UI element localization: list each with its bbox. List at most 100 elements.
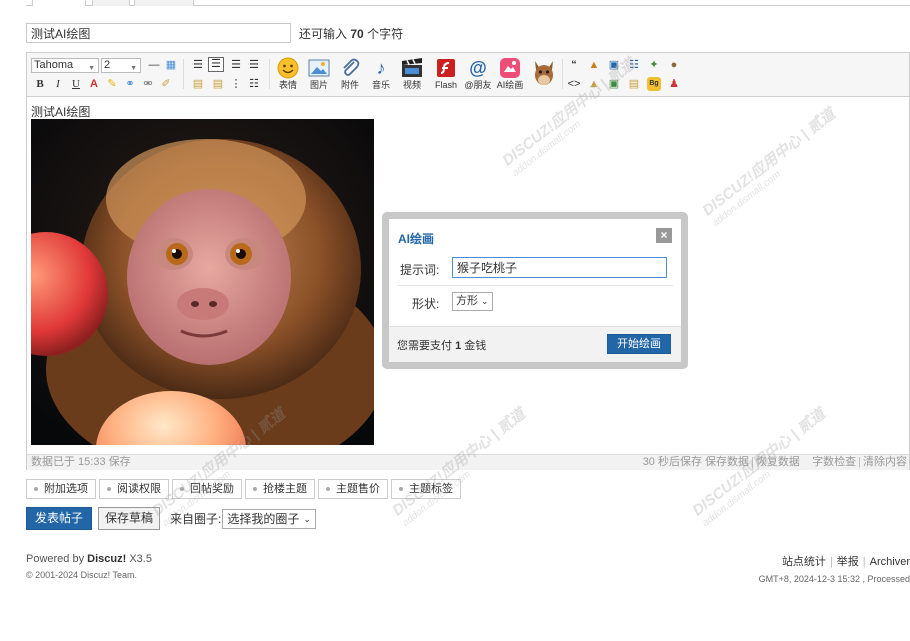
discuz-link[interactable]: Discuz! [87, 553, 126, 565]
chevron-down-icon: ⌄ [481, 296, 489, 306]
editor-status-bar: 数据已于 15:33 保存 30 秒后保存 保存数据 | 恢复数据 字数检查 | 清除内… [27, 454, 909, 470]
footer-link-stats[interactable]: 站点统计 [782, 556, 826, 568]
background-icon[interactable]: ▤ [627, 77, 641, 91]
extension-options: 附加选项 阅读权限 回帖奖励 抢楼主题 主题售价 主题标签 [26, 479, 461, 499]
prompt-label: 提示词: [400, 263, 440, 277]
emoji-button[interactable]: 表情 [271, 57, 305, 93]
footer-right: 站点统计 | 举报 | Archiver GMT+8, 2024-12-3 15:32 … [759, 553, 910, 584]
clear-content-link[interactable]: 清除内容 [863, 456, 907, 468]
smiley-icon [276, 57, 300, 79]
save-draft-button[interactable]: 保存草稿 [98, 507, 161, 530]
music-button[interactable]: ♪ 音乐 [364, 57, 398, 93]
link-icon[interactable]: ⚭ [123, 77, 137, 91]
italic-button[interactable]: I [51, 77, 65, 91]
bullet-icon [253, 487, 257, 492]
password-icon[interactable]: ✦ [647, 58, 661, 72]
start-paint-button[interactable]: 开始绘画 [607, 334, 671, 354]
footer-link-report[interactable]: 举报 [837, 556, 859, 568]
copyright-text: © 2001-2024 Discuz! Team. [26, 570, 138, 580]
horizontal-rule-icon[interactable]: — [147, 58, 161, 72]
subject-row: 还可输入 70 个字符 [26, 23, 403, 43]
align-left-icon[interactable]: ☰ [191, 58, 205, 72]
footer-link-archiver[interactable]: Archiver [870, 556, 910, 568]
ext-button-reply-reward[interactable]: 回帖奖励 [172, 479, 242, 499]
mascot-button[interactable] [527, 59, 561, 95]
image-icon [307, 57, 331, 79]
float-left-icon[interactable]: ▤ [191, 77, 205, 91]
bullet-icon [180, 487, 184, 492]
restore-data-link[interactable]: 恢复数据 [756, 456, 800, 468]
footer-links: 站点统计 | 举报 | Archiver [781, 556, 910, 568]
dialog-body: AI绘画 × 提示词: 形状: 方形⌄ 您需要支付 1 金钱 开始绘画 [389, 219, 681, 362]
align-right-icon[interactable]: ☰ [247, 58, 261, 72]
lock-icon[interactable]: ▲ [587, 58, 601, 72]
unordered-list-icon[interactable]: ☷ [247, 77, 261, 91]
publish-button[interactable]: 发表帖子 [26, 507, 93, 530]
submit-row: 发表帖子 保存草稿 来自圈子: 选择我的圈子 ⌄ [26, 507, 316, 530]
footer-time-info: GMT+8, 2024-12-3 15:32 , Processed [758, 574, 910, 584]
highlight-icon[interactable]: ✎ [105, 77, 119, 91]
autosave-countdown: 30 秒后保存 [642, 456, 702, 468]
bullet-icon [34, 487, 38, 492]
align-center-icon[interactable]: ☰ [229, 58, 243, 72]
penguin-icon[interactable]: ♟ [667, 77, 681, 91]
format-brush-icon[interactable]: ✐ [159, 77, 173, 91]
toolbar-divider [269, 59, 270, 89]
table-icon[interactable]: ▦ [164, 58, 178, 72]
subject-input[interactable] [26, 23, 291, 43]
quote-icon[interactable]: “ [567, 58, 581, 72]
bullet-icon [326, 487, 330, 492]
paperclip-icon [338, 57, 362, 79]
ext-button-extra-options[interactable]: 附加选项 [26, 479, 96, 499]
chevron-down-icon: ▼ [130, 65, 137, 72]
ext-button-floor-grab[interactable]: 抢楼主题 [245, 479, 315, 499]
hide-content-icon[interactable]: ▲ [587, 77, 601, 91]
ext-button-read-permission[interactable]: 阅读权限 [99, 479, 169, 499]
attachment-button[interactable]: 附件 [333, 57, 367, 93]
medal-icon[interactable]: ● [667, 58, 681, 72]
ordered-list-icon[interactable]: ⋮ [229, 77, 243, 91]
tab-third[interactable] [134, 0, 194, 6]
page-icon[interactable]: ▣ [607, 58, 621, 72]
ext-button-thread-price[interactable]: 主题售价 [318, 479, 388, 499]
clapperboard-icon [400, 57, 424, 79]
powered-by-text: Powered by Discuz! X3.5 [26, 553, 152, 565]
align-left-active-icon[interactable]: ☰ [208, 57, 224, 72]
close-icon[interactable]: × [656, 228, 672, 243]
ext-button-thread-tags[interactable]: 主题标签 [391, 479, 461, 499]
float-right-icon[interactable]: ▤ [211, 77, 225, 91]
tab-post[interactable] [32, 0, 86, 6]
unlink-icon[interactable]: ⚮ [141, 77, 155, 91]
code-icon[interactable]: <> [567, 77, 581, 91]
circle-select[interactable]: 选择我的圈子 ⌄ [222, 508, 316, 529]
circle-label: 来自圈子: [170, 512, 222, 526]
content-title-text: 测试AI绘图 [31, 105, 91, 119]
mention-friend-button[interactable]: @ @朋友 [461, 57, 495, 93]
bullet-icon [399, 487, 403, 492]
video-button[interactable]: 视频 [395, 57, 429, 93]
tab-second[interactable] [92, 0, 130, 6]
bold-button[interactable]: B [33, 77, 47, 91]
donkey-mascot-icon [531, 59, 557, 87]
flash-button[interactable]: Flash [429, 57, 463, 93]
font-family-select[interactable]: Tahoma ▼ [31, 58, 99, 73]
dialog-title: AI绘画 [398, 232, 435, 246]
editor-toolbar: Tahoma ▼ 2 ▼ — ▦ B I U A ✎ ⚭ ⚮ ✐ ☰ ☰ ☰ ☰ ▤… [27, 53, 909, 97]
toolbar-divider [183, 59, 184, 89]
ai-paint-button[interactable]: AI绘画 [493, 57, 527, 93]
prompt-input[interactable] [452, 257, 667, 278]
ai-paint-icon [498, 57, 522, 79]
image-button[interactable]: 图片 [302, 57, 336, 93]
shape-select[interactable]: 方形 ⌄ [452, 292, 493, 311]
remain-chars-text: 还可输入 70 个字符 [299, 26, 404, 41]
index-icon[interactable]: ☷ [627, 58, 641, 72]
save-data-link[interactable]: 保存数据 [705, 456, 749, 468]
underline-button[interactable]: U [69, 77, 83, 91]
font-color-icon[interactable]: A [87, 77, 101, 91]
dialog-divider [397, 285, 673, 286]
chevron-down-icon: ⌄ [303, 513, 311, 524]
word-check-link[interactable]: 字数检查 [812, 456, 856, 468]
bg-color-icon[interactable]: Bg [647, 77, 661, 91]
free-content-icon[interactable]: ▣ [607, 77, 621, 91]
font-size-select[interactable]: 2 ▼ [101, 58, 141, 73]
